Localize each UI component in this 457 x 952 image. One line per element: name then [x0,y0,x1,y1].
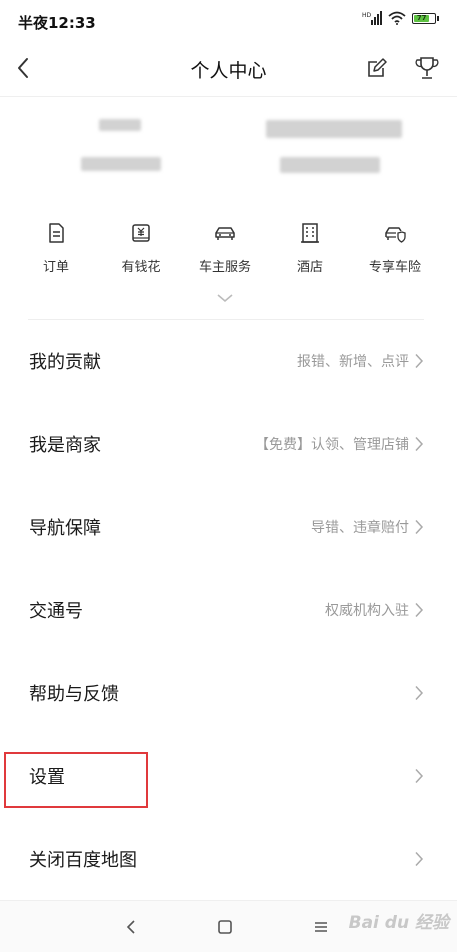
quick-action-label: 订单 [42,260,69,275]
blurred-info [81,157,161,171]
blurred-username [99,119,141,131]
menu-item-close-app[interactable]: 关闭百度地图 [0,818,457,900]
battery-icon: 77 [412,12,439,24]
blurred-info [280,157,380,173]
menu-desc: 权威机构入驻 [325,603,409,619]
quick-action-orders[interactable]: 订单 [16,222,96,275]
menu-desc: 报错、新增、点评 [297,354,409,370]
chevron-right-icon [415,353,424,369]
chevron-right-icon [415,436,424,452]
watermark: Bai du 经验 [348,913,449,933]
wallet-icon [132,224,150,242]
chevron-down-icon[interactable] [216,292,234,304]
system-home-icon[interactable] [215,917,235,937]
quick-action-label: 酒店 [296,260,323,275]
battery-level: 77 [414,14,430,22]
car-insurance-icon [385,227,406,243]
svg-text:HD: HD [362,12,372,19]
menu-title: 我是商家 [29,435,101,456]
quick-action-wallet[interactable]: 有钱花 [101,222,181,275]
profile-stats[interactable] [0,98,457,198]
menu-title: 帮助与反馈 [29,684,119,705]
chevron-right-icon [415,602,424,618]
car-icon [215,227,235,240]
menu-desc: 【免费】认领、管理店铺 [255,437,409,453]
status-bar: 半夜12:33 HD 77 [0,0,457,40]
menu-item-contributions[interactable]: 我的贡献 报错、新增、点评 [0,320,457,402]
status-icons: HD 77 [362,11,439,25]
chevron-right-icon [415,768,424,784]
trophy-icon[interactable] [414,54,440,82]
menu-item-merchant[interactable]: 我是商家 【免费】认领、管理店铺 [0,403,457,485]
order-icon [49,223,64,243]
quick-action-label: 车主服务 [198,260,251,275]
blurred-info [266,120,402,138]
hotel-icon [301,223,319,243]
quick-action-car-insurance[interactable]: 专享车险 [355,222,435,275]
quick-actions: 订单 有钱花 车主服务 酒店 专享车险 [0,222,457,284]
menu-item-navigation-guarantee[interactable]: 导航保障 导错、违章赔付 [0,486,457,568]
quick-action-hotel[interactable]: 酒店 [270,222,350,275]
edit-icon[interactable] [364,55,390,81]
chevron-right-icon [415,851,424,867]
menu-title: 关闭百度地图 [29,850,137,871]
system-nav-bar: Bai du 经验 [0,900,457,952]
highlight-box [4,752,148,808]
quick-action-label: 专享车险 [368,260,421,275]
menu-item-traffic-account[interactable]: 交通号 权威机构入驻 [0,569,457,651]
chevron-right-icon [415,519,424,535]
chevron-right-icon [415,685,424,701]
nav-header: 个人中心 [0,40,457,97]
menu-title: 导航保障 [29,518,101,539]
signal-icon: HD [362,11,382,25]
quick-action-car-service[interactable]: 车主服务 [185,222,265,275]
status-time: 半夜12:33 [18,14,96,32]
system-menu-icon[interactable] [311,917,331,937]
menu-title: 交通号 [29,601,83,622]
menu-desc: 导错、违章赔付 [311,520,409,536]
wifi-icon [388,11,406,25]
quick-action-label: 有钱花 [121,260,161,275]
system-back-icon[interactable] [121,917,141,937]
menu-title: 我的贡献 [29,352,101,373]
menu-item-help-feedback[interactable]: 帮助与反馈 [0,652,457,734]
